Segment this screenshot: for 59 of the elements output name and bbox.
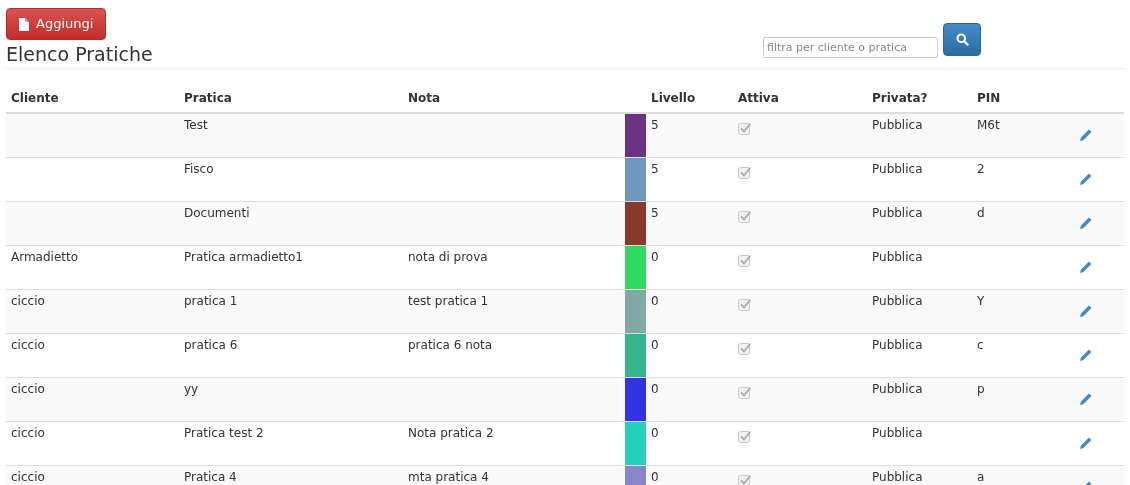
pencil-icon[interactable]	[1079, 392, 1093, 406]
table-cell: p	[977, 382, 985, 396]
table-cell: test pratica 1	[408, 294, 489, 308]
table-cell: Pubblica	[872, 118, 923, 132]
pencil-icon[interactable]	[1079, 348, 1093, 362]
page-title: Elenco Pratiche	[6, 41, 154, 67]
pencil-icon[interactable]	[1079, 260, 1093, 274]
table-cell: M6t	[977, 118, 1000, 132]
pencil-icon[interactable]	[1079, 172, 1093, 186]
file-icon	[19, 17, 29, 31]
table-cell: ciccio	[11, 470, 45, 484]
table-cell: 2	[977, 162, 985, 176]
table-cell: 5	[651, 118, 659, 132]
pencil-icon[interactable]	[1079, 216, 1093, 230]
table-cell: Armadietto	[11, 250, 79, 264]
table-cell: nota di prova	[408, 250, 488, 264]
table-cell: 0	[651, 382, 659, 396]
table-cell: Test	[184, 118, 208, 132]
table-cell: Pratica 4	[184, 470, 237, 484]
table-cell: Nota pratica 2	[408, 426, 494, 440]
table-cell: 0	[651, 426, 659, 440]
pencil-icon[interactable]	[1079, 128, 1093, 142]
table-cell: pratica 6 nota	[408, 338, 493, 352]
table-cell: yy	[184, 382, 199, 396]
table-cell: 0	[651, 470, 659, 484]
table-cell: a	[977, 470, 985, 484]
table-cell: Fisco	[184, 162, 214, 176]
table-cell: Pubblica	[872, 470, 923, 484]
table-cell: pratica 1	[184, 294, 238, 308]
table-cell: d	[977, 206, 985, 220]
table-cell: Pubblica	[872, 426, 923, 440]
table-cell: Pubblica	[872, 294, 923, 308]
table-cell: Pubblica	[872, 250, 923, 264]
table-cell: Pubblica	[872, 382, 923, 396]
table-cell: ciccio	[11, 338, 45, 352]
search-button[interactable]	[943, 23, 981, 56]
table-cell: 0	[651, 338, 659, 352]
table-cell: ciccio	[11, 294, 45, 308]
table-cell: c	[977, 338, 984, 352]
table-cell: 0	[651, 250, 659, 264]
table-cell: ciccio	[11, 382, 45, 396]
search-field[interactable]: filtra per cliente o pratica	[763, 37, 938, 58]
table-cell: Pubblica	[872, 338, 923, 352]
table-cell: Documenti	[184, 206, 250, 220]
table-cell: 0	[651, 294, 659, 308]
table-cell: Pratica armadietto1	[184, 250, 303, 264]
table-cell: pratica 6	[184, 338, 238, 352]
pencil-icon[interactable]	[1079, 304, 1093, 318]
table-cell: Pubblica	[872, 206, 923, 220]
search-icon	[955, 33, 969, 46]
table-cell: Pratica test 2	[184, 426, 264, 440]
table-cell: Y	[977, 294, 985, 308]
table-cell: ciccio	[11, 426, 45, 440]
table-cell: Pubblica	[872, 162, 923, 176]
table-cell: mta pratica 4	[408, 470, 489, 484]
add-button[interactable]: Aggiungi	[6, 8, 107, 40]
table-cell: 5	[651, 162, 659, 176]
table-cell: 5	[651, 206, 659, 220]
pencil-icon[interactable]	[1079, 436, 1093, 450]
